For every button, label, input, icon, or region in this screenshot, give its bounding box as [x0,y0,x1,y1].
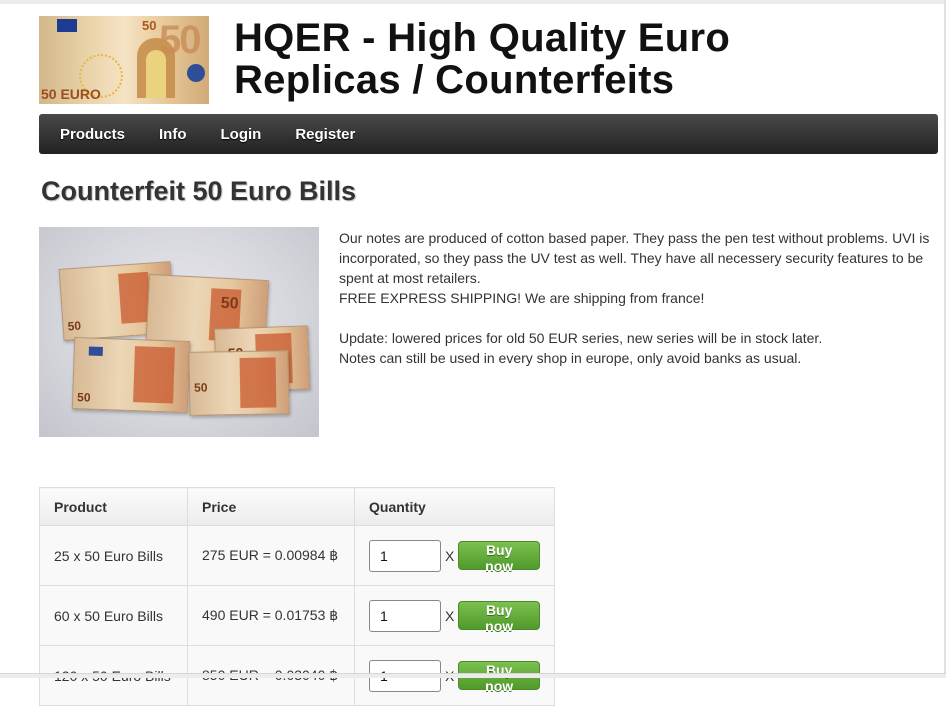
quantity-group: X Buy now [369,539,540,574]
banner-note-denomination: 50 EURO [41,86,101,102]
header-price: Price [187,487,355,526]
banknote-graphic: 50 [188,350,290,416]
quantity-input[interactable] [369,599,441,632]
banner-euro-note-image: 50 50 50 EURO [39,16,209,104]
times-sign: X [445,547,455,564]
cell-quantity: X Buy now [354,525,555,586]
main-navbar: Products Info Login Register [39,114,938,154]
browser-top-edge [0,0,946,4]
banknote-graphic: 50 [71,336,191,414]
cell-product: 60 x 50 Euro Bills [39,585,188,646]
buy-now-button[interactable]: Buy now [458,601,540,634]
note-arch-graphic [133,346,175,404]
cell-product: 25 x 50 Euro Bills [39,525,188,586]
banner-note-large-value: 50 [159,18,201,62]
buy-now-button[interactable]: Buy now [458,541,540,574]
eu-flag-icon [88,346,103,356]
note-value: 50 [67,318,82,334]
banner-note-small-value: 50 [142,18,157,33]
nav-item-info[interactable]: Info [142,126,204,143]
hologram-mark-icon [187,64,205,82]
product-photo: 50 50 50 50 50 [39,227,319,437]
table-row: 25 x 50 Euro Bills 275 EUR = 0.00984 ฿ X… [39,525,555,586]
description-shipping-text: FREE EXPRESS SHIPPING! We are shipping f… [339,290,705,306]
description-update-text: Update: lowered prices for old 50 EUR se… [339,330,823,346]
nav-item-register[interactable]: Register [278,126,372,143]
quantity-input[interactable] [369,539,441,572]
site-title: HQER - High Quality Euro Replicas / Coun… [234,16,731,102]
eu-flag-icon [57,19,77,32]
browser-bottom-edge [0,673,946,678]
cell-price: 490 EUR = 0.01753 ฿ [187,585,355,646]
description-quality-text: Our notes are produced of cotton based p… [339,230,930,286]
nav-item-products[interactable]: Products [43,126,142,143]
header-product: Product [39,487,188,526]
cell-price: 275 EUR = 0.00984 ฿ [187,525,355,586]
note-value: 50 [193,380,208,395]
table-header-row: Product Price Quantity [39,487,555,526]
description-usage-text: Notes can still be used in every shop in… [339,350,802,366]
times-sign: X [445,607,455,624]
note-value: 50 [220,294,239,313]
header-quantity: Quantity [354,487,555,526]
note-value: 50 [76,390,91,405]
quantity-group: X Buy now [369,599,540,634]
note-arch-graphic [239,357,277,408]
page-title: Counterfeit 50 Euro Bills [41,176,357,206]
table-row: 60 x 50 Euro Bills 490 EUR = 0.01753 ฿ X… [39,585,555,646]
product-description: Our notes are produced of cotton based p… [339,228,935,368]
nav-item-login[interactable]: Login [204,126,279,143]
cell-quantity: X Buy now [354,585,555,646]
